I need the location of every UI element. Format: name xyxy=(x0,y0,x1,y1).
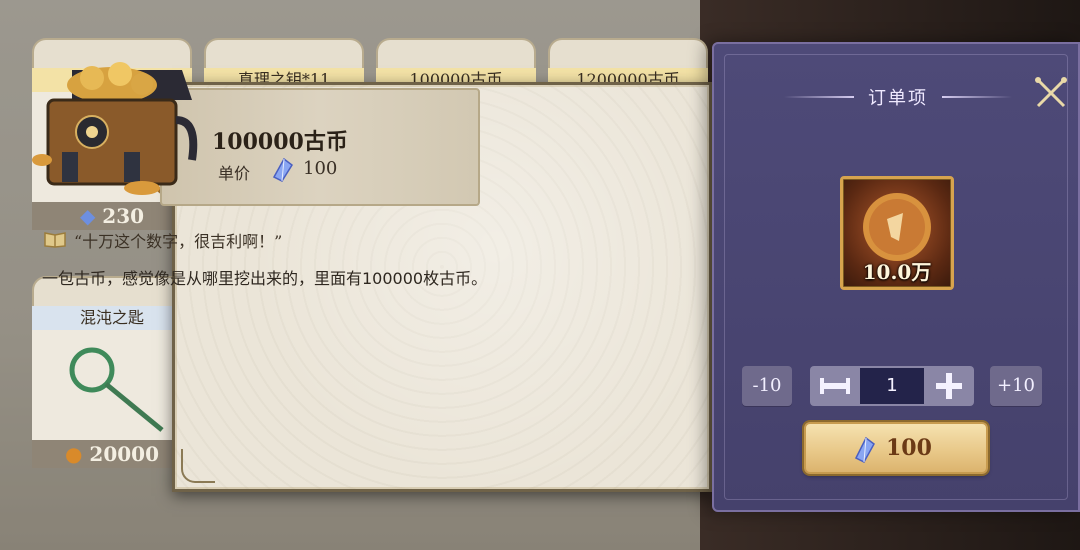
reward-item-tile: 10.0万 xyxy=(840,176,954,290)
book-icon xyxy=(44,232,66,248)
plus-ten-button[interactable]: +10 xyxy=(990,366,1042,406)
key-icon xyxy=(69,347,164,432)
plus-icon[interactable] xyxy=(924,366,974,406)
coin-chest-icon xyxy=(32,62,198,195)
key-image xyxy=(32,330,192,440)
shop-item-card[interactable]: 混沌之匙 ● 20000 xyxy=(32,276,192,468)
item-title: 100000古币 xyxy=(212,129,348,155)
gem-icon xyxy=(272,157,294,182)
corner-ornament xyxy=(181,449,215,483)
unit-price-label: 单价 xyxy=(218,164,251,183)
purchase-button[interactable]: 100 xyxy=(804,422,988,474)
item-description: 一包古币，感觉像是从哪里挖出来的，里面有100000枚古币。 xyxy=(42,269,488,288)
minus-ten-button[interactable]: -10 xyxy=(742,366,792,406)
gem-icon: ◆ xyxy=(79,204,96,228)
unit-price-value: 100 xyxy=(303,158,338,179)
order-panel: 订单项 10.0万 -10 1 +10 100 xyxy=(712,42,1080,512)
purchase-price: 100 xyxy=(886,435,932,461)
gem-icon xyxy=(854,436,875,463)
card-header-ornament xyxy=(376,38,536,68)
card-header-ornament xyxy=(548,38,708,68)
reward-amount: 10.0万 xyxy=(862,260,932,284)
minus-icon[interactable] xyxy=(810,366,860,406)
shop-item-price: ◆ 230 xyxy=(32,202,192,230)
close-icon[interactable] xyxy=(1032,74,1070,112)
shop-item-name: 混沌之匙 xyxy=(32,306,192,330)
price-value: 230 xyxy=(102,204,145,228)
card-header-ornament xyxy=(204,38,364,68)
order-title: 订单项 xyxy=(868,88,928,109)
quantity-stepper: 1 xyxy=(810,366,974,406)
coin-icon: ● xyxy=(64,442,83,466)
item-quote: “十万这个数字，很吉利啊！” xyxy=(74,232,283,251)
shop-item-price: ● 20000 xyxy=(32,440,192,468)
quantity-field[interactable]: 1 xyxy=(860,368,924,404)
price-value: 20000 xyxy=(89,442,159,466)
